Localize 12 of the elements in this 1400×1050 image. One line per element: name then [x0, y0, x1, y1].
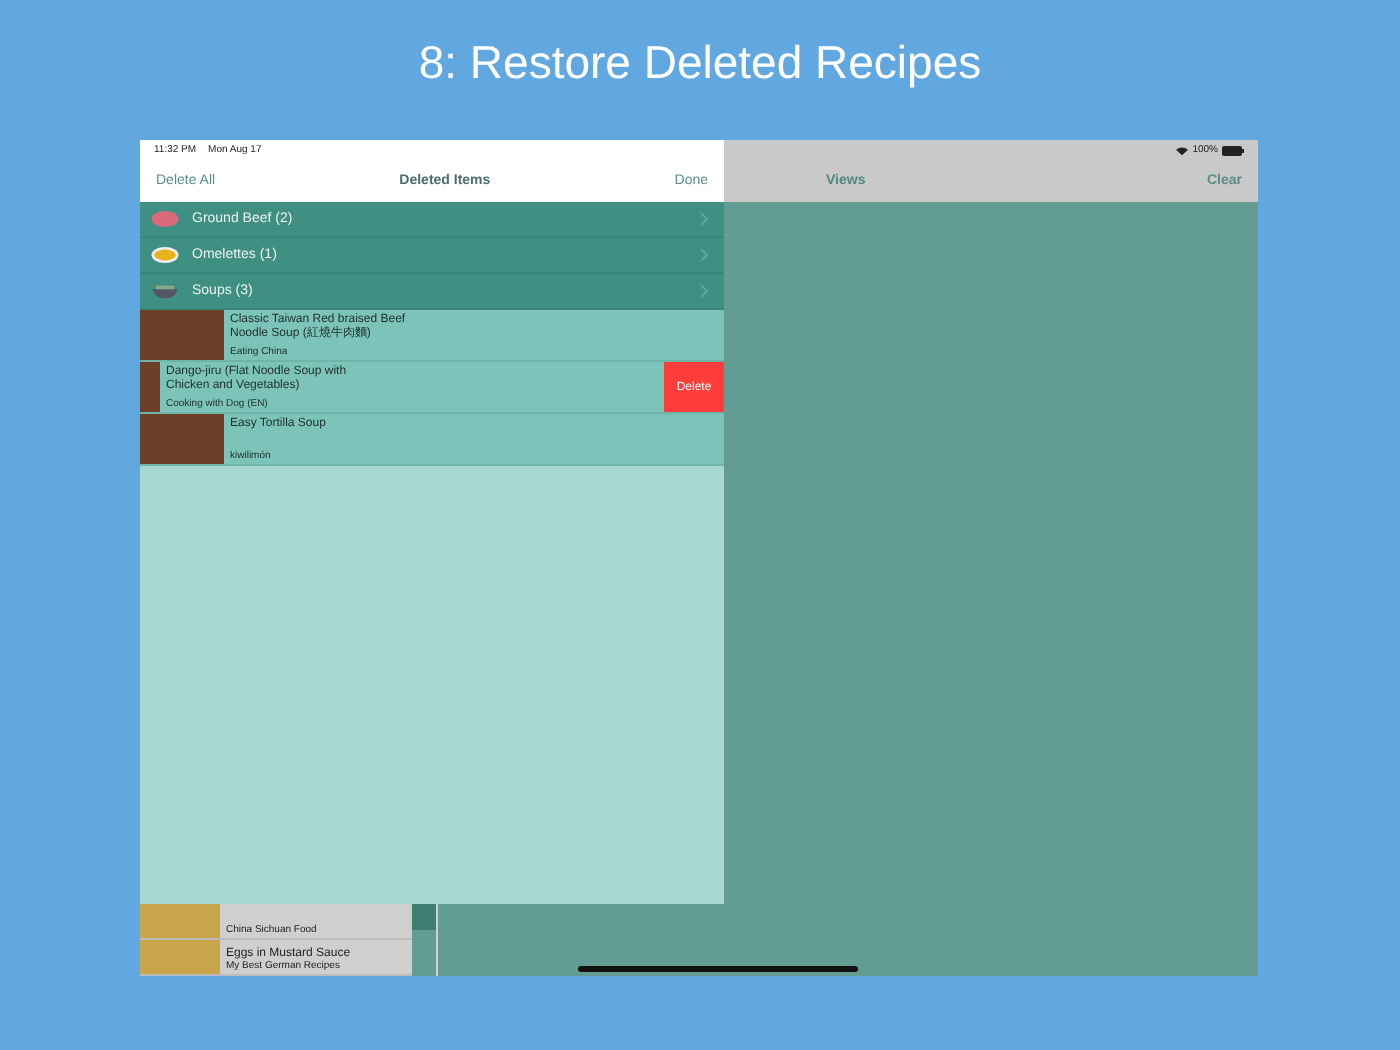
omelette-icon	[150, 246, 180, 264]
bowl-icon	[150, 282, 180, 300]
chevron-icon	[700, 212, 708, 226]
chevron-icon	[700, 248, 708, 262]
row-edge-strip	[412, 904, 436, 930]
chevron-icon	[700, 284, 708, 298]
food-photo-placeholder	[140, 904, 220, 938]
battery-icon	[1222, 145, 1244, 155]
meat-icon	[150, 210, 180, 228]
food-photo-placeholder	[140, 940, 220, 974]
page-title: 8: Restore Deleted Recipes	[418, 36, 982, 92]
wifi-icon	[1176, 145, 1189, 155]
